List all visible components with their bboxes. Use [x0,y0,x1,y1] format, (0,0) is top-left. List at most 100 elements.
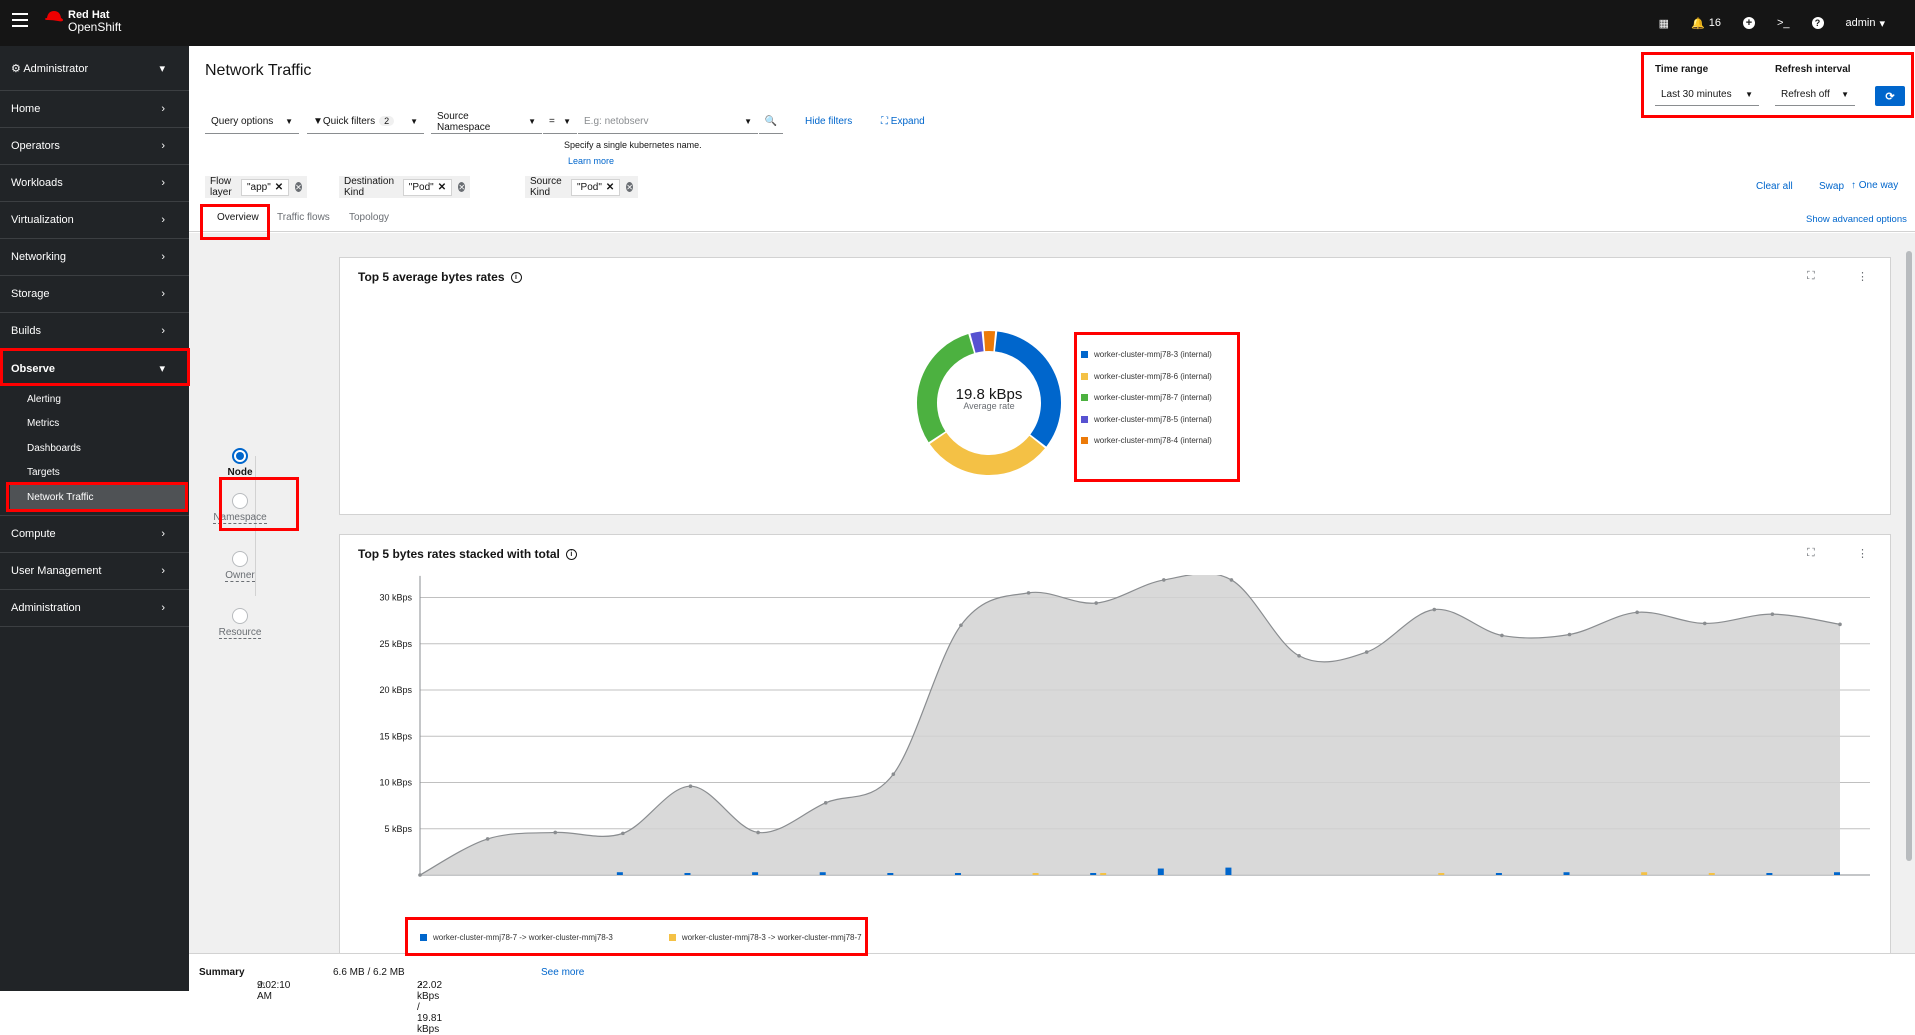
remove-group-icon[interactable]: ✕ [458,182,465,192]
data-point[interactable] [892,772,896,776]
brand-logo[interactable]: Red HatOpenShift [44,9,121,33]
legend-item[interactable]: worker-cluster-mmj78-5 (internal) [1081,409,1212,431]
close-icon[interactable]: ✕ [438,182,446,193]
close-icon[interactable]: ✕ [275,182,283,193]
expand-link[interactable]: ⛶ Expand [881,116,925,127]
scope-namespace[interactable]: Namespace [205,493,275,524]
series-bar[interactable] [1766,873,1772,875]
fullscreen-icon[interactable]: ⛶ [1807,270,1815,283]
data-point[interactable] [1432,608,1436,612]
sidebar-subitem-network-traffic[interactable]: Network Traffic [10,485,185,510]
data-point[interactable] [824,801,828,805]
legend-item[interactable]: worker-cluster-mmj78-6 (internal) [1081,366,1212,388]
tab-overview[interactable]: Overview [217,212,259,223]
data-point[interactable] [1027,591,1031,595]
series-bar[interactable] [1496,873,1502,875]
time-range-select[interactable]: Last 30 minutes▼ [1655,84,1759,106]
hamburger-menu-icon[interactable] [12,13,28,27]
sidebar-item-storage[interactable]: Storage› [0,276,189,313]
data-point[interactable] [418,873,422,877]
data-point[interactable] [486,837,490,841]
series-bar[interactable] [955,873,961,875]
data-point[interactable] [1500,634,1504,638]
scope-node[interactable]: Node [205,448,275,478]
swap-link[interactable]: Swap [1819,181,1844,192]
sidebar-item-virtualization[interactable]: Virtualization› [0,202,189,239]
remove-group-icon[interactable]: ✕ [626,182,633,192]
series-bar[interactable] [1033,873,1039,875]
data-point[interactable] [553,831,557,835]
series-bar[interactable] [684,873,690,875]
donut-slice[interactable] [938,438,1037,465]
sidebar-item-observe[interactable]: Observe▾ [0,350,189,387]
series-bar[interactable] [820,872,826,875]
scrollbar[interactable] [1904,241,1914,953]
sidebar-item-operators[interactable]: Operators› [0,128,189,165]
add-icon[interactable]: + [1743,17,1755,29]
see-more-link[interactable]: See more [541,967,584,978]
series-bar[interactable] [1641,872,1647,875]
data-point[interactable] [1297,654,1301,658]
data-point[interactable] [1230,578,1234,582]
filter-value-input[interactable]: E.g: netobserv▼ [578,110,758,134]
learn-more-link[interactable]: Learn more [568,156,614,166]
tab-topology[interactable]: Topology [349,212,389,223]
series-bar[interactable] [1834,872,1840,875]
one-way-link[interactable]: ↑ One way [1851,180,1898,191]
sidebar-subitem-targets[interactable]: Targets [0,461,189,486]
series-bar[interactable] [1564,872,1570,875]
series-bar[interactable] [887,873,893,875]
series-bar[interactable] [1225,868,1231,875]
data-point[interactable] [1094,601,1098,605]
compare-operator-select[interactable]: =▼ [543,110,577,134]
kebab-menu-icon[interactable]: ⋮ [1857,547,1868,560]
data-point[interactable] [1635,611,1639,615]
legend-item[interactable]: worker-cluster-mmj78-7 (internal) [1081,387,1212,409]
data-point[interactable] [1703,622,1707,626]
terminal-icon[interactable]: >_ [1777,17,1790,29]
data-point[interactable] [1162,578,1166,582]
series-bar[interactable] [1090,873,1096,875]
data-point[interactable] [621,832,625,836]
legend-item[interactable]: worker-cluster-mmj78-3 (internal) [1081,344,1212,366]
series-bar[interactable] [1709,873,1715,875]
legend-item[interactable]: worker-cluster-mmj78-4 (internal) [1081,430,1212,452]
notifications-button[interactable]: 🔔16 [1691,17,1721,30]
sidebar-item-compute[interactable]: Compute› [0,516,189,553]
series-bar[interactable] [1100,873,1106,875]
app-launcher-icon[interactable]: ▦ [1659,17,1669,30]
series-bar[interactable] [1438,873,1444,875]
perspective-switcher[interactable]: ⚙ Administrator ▾ [0,46,189,91]
legend-item[interactable]: worker-cluster-mmj78-3 -> worker-cluster… [669,927,862,949]
clear-all-link[interactable]: Clear all [1756,181,1793,192]
sidebar-item-networking[interactable]: Networking› [0,239,189,276]
sidebar-subitem-alerting[interactable]: Alerting [0,387,189,412]
sidebar-subitem-metrics[interactable]: Metrics [0,412,189,437]
sidebar-item-workloads[interactable]: Workloads› [0,165,189,202]
series-bar[interactable] [617,872,623,875]
data-point[interactable] [1568,633,1572,637]
sidebar-item-administration[interactable]: Administration› [0,590,189,627]
donut-slice[interactable] [973,341,983,343]
refresh-button[interactable]: ⟳ [1875,86,1905,106]
sidebar-subitem-dashboards[interactable]: Dashboards [0,436,189,461]
kebab-menu-icon[interactable]: ⋮ [1857,270,1868,283]
series-bar[interactable] [1158,869,1164,875]
show-advanced-options-link[interactable]: Show advanced options [1806,214,1907,225]
tab-traffic-flows[interactable]: Traffic flows [277,212,330,223]
data-point[interactable] [756,831,760,835]
close-icon[interactable]: ✕ [606,182,614,193]
sidebar-item-builds[interactable]: Builds› [0,313,189,350]
legend-item[interactable]: worker-cluster-mmj78-7 -> worker-cluster… [420,927,613,949]
data-point[interactable] [959,623,963,627]
series-bar[interactable] [752,872,758,875]
search-button[interactable]: 🔍 [759,110,783,134]
remove-group-icon[interactable]: ✕ [295,182,302,192]
info-icon[interactable]: i [511,272,522,283]
sidebar-item-home[interactable]: Home› [0,91,189,128]
source-namespace-select[interactable]: Source Namespace▼ [431,110,542,134]
scope-owner[interactable]: Owner [205,551,275,582]
quick-filters-dropdown[interactable]: ▼Quick filters2▼ [307,110,424,134]
help-icon[interactable]: ? [1812,17,1824,29]
refresh-interval-select[interactable]: Refresh off▼ [1775,84,1855,106]
